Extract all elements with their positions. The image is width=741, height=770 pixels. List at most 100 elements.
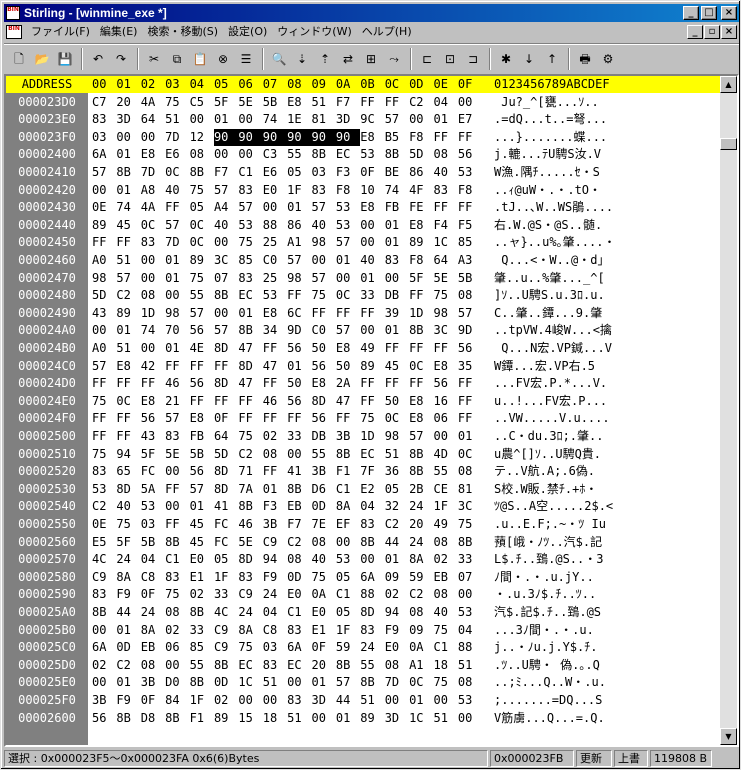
byte-cell[interactable]: 57 bbox=[165, 217, 189, 234]
hex-row[interactable]: 00002600 56 8B D8 8B F1 89 15 18 51 00 01 89 3D 1C 51 00… bbox=[6, 710, 720, 727]
byte-cell[interactable]: 53 bbox=[141, 498, 165, 515]
byte-cell[interactable]: 0C bbox=[190, 234, 214, 251]
byte-cell[interactable]: 00 bbox=[92, 322, 116, 339]
byte-cell[interactable]: 01 bbox=[238, 305, 262, 322]
byte-cell[interactable]: F9 bbox=[116, 692, 140, 709]
byte-cell[interactable]: 0F bbox=[141, 692, 165, 709]
byte-cell[interactable]: 01 bbox=[458, 428, 482, 445]
byte-cell[interactable]: 00 bbox=[141, 129, 165, 146]
byte-cell[interactable]: 34 bbox=[263, 322, 287, 339]
byte-cell[interactable]: 5E bbox=[238, 534, 262, 551]
byte-cell[interactable]: 55 bbox=[360, 657, 384, 674]
byte-cell[interactable]: 57 bbox=[385, 111, 409, 128]
byte-cell[interactable]: 16 bbox=[433, 393, 457, 410]
byte-cell[interactable]: 24 bbox=[360, 639, 384, 656]
byte-cell[interactable]: F7 bbox=[214, 164, 238, 181]
byte-cell[interactable]: FF bbox=[165, 199, 189, 216]
byte-cell[interactable]: C1 bbox=[336, 586, 360, 603]
byte-cell[interactable]: FC bbox=[214, 534, 238, 551]
byte-cell[interactable]: 74 bbox=[141, 322, 165, 339]
byte-cell[interactable]: 00 bbox=[92, 622, 116, 639]
byte-cell[interactable]: 56 bbox=[190, 463, 214, 480]
byte-cell[interactable]: 57 bbox=[336, 674, 360, 691]
byte-cell[interactable]: 08 bbox=[141, 657, 165, 674]
byte-cell[interactable]: 2A bbox=[336, 375, 360, 392]
byte-cell[interactable]: C9 bbox=[214, 622, 238, 639]
hex-row[interactable]: 00002470 98 57 00 01 75 07 83 25 98 57 00 01 00 5F 5E 5B… bbox=[6, 270, 720, 287]
byte-cell[interactable]: 5A bbox=[141, 481, 165, 498]
byte-cell[interactable]: 00 bbox=[263, 199, 287, 216]
document-restore-button[interactable]: ▫ bbox=[704, 24, 720, 39]
byte-cell[interactable]: 00 bbox=[336, 270, 360, 287]
menu-settings[interactable]: 設定(O) bbox=[223, 23, 272, 40]
byte-cell[interactable]: E8 bbox=[360, 199, 384, 216]
byte-cell[interactable]: 53 bbox=[92, 481, 116, 498]
byte-cell[interactable]: C1 bbox=[165, 551, 189, 568]
byte-cell[interactable]: C2 bbox=[92, 498, 116, 515]
byte-cell[interactable]: 86 bbox=[287, 217, 311, 234]
byte-cell[interactable]: 5E bbox=[433, 270, 457, 287]
redo-button[interactable]: ↷ bbox=[110, 48, 132, 70]
hex-row[interactable]: 000023F0 03 00 00 7D 12 90 90 90 90 90 90 E8 B5 F8 FF FF… bbox=[6, 129, 720, 146]
byte-cell[interactable]: E8 bbox=[336, 340, 360, 357]
byte-cell[interactable]: 1E bbox=[287, 111, 311, 128]
byte-cell[interactable]: 00 bbox=[336, 534, 360, 551]
byte-cell[interactable]: 5B bbox=[263, 94, 287, 111]
byte-cell[interactable]: 0F bbox=[141, 586, 165, 603]
byte-cell[interactable]: 32 bbox=[385, 498, 409, 515]
byte-cell[interactable]: 57 bbox=[190, 305, 214, 322]
byte-cell[interactable]: FF bbox=[458, 410, 482, 427]
byte-cell[interactable]: 3D bbox=[336, 111, 360, 128]
byte-cell[interactable]: FF bbox=[116, 428, 140, 445]
byte-cell[interactable]: 1C bbox=[409, 710, 433, 727]
byte-cell[interactable]: 75 bbox=[433, 674, 457, 691]
byte-cell[interactable]: 1D bbox=[409, 305, 433, 322]
byte-cell[interactable]: E6 bbox=[263, 164, 287, 181]
byte-cell[interactable]: 0C bbox=[190, 217, 214, 234]
find-next-button[interactable]: ⇣ bbox=[291, 48, 313, 70]
copy-button[interactable]: ⧉ bbox=[166, 48, 188, 70]
scroll-thumb[interactable] bbox=[720, 138, 737, 150]
byte-cell[interactable]: 84 bbox=[165, 692, 189, 709]
byte-cell[interactable]: 7D bbox=[141, 164, 165, 181]
byte-cell[interactable]: 00 bbox=[141, 252, 165, 269]
row-ascii[interactable]: Ju?_^[甕...ｿ.. bbox=[494, 94, 720, 111]
byte-cell[interactable]: 01 bbox=[433, 111, 457, 128]
byte-cell[interactable]: 51 bbox=[116, 340, 140, 357]
byte-cell[interactable]: 3B bbox=[312, 463, 336, 480]
row-ascii[interactable]: ..VW.....V.u.... bbox=[494, 410, 720, 427]
byte-cell[interactable]: 01 bbox=[287, 358, 311, 375]
row-ascii[interactable]: ...3ﾉ間・.・.u. bbox=[494, 622, 720, 639]
byte-cell[interactable]: 8B bbox=[190, 604, 214, 621]
byte-cell[interactable]: 7D bbox=[165, 129, 189, 146]
byte-cell[interactable]: 75 bbox=[190, 182, 214, 199]
byte-cell[interactable]: 53 bbox=[263, 287, 287, 304]
byte-cell[interactable]: FF bbox=[263, 463, 287, 480]
byte-cell[interactable]: 8D bbox=[238, 358, 262, 375]
byte-cell[interactable]: 01 bbox=[385, 551, 409, 568]
row-ascii[interactable]: Q...<・W..@・d｣ bbox=[494, 252, 720, 269]
paste-button[interactable]: 📋 bbox=[189, 48, 211, 70]
byte-cell[interactable]: 83 bbox=[263, 657, 287, 674]
byte-cell[interactable]: 94 bbox=[385, 604, 409, 621]
byte-cell[interactable]: 05 bbox=[190, 199, 214, 216]
byte-cell[interactable]: 83 bbox=[165, 569, 189, 586]
hex-row[interactable]: 00002570 4C 24 04 C1 E0 05 8D 94 08 40 53 00 01 8A 02 33… bbox=[6, 551, 720, 568]
byte-cell[interactable]: 07 bbox=[214, 270, 238, 287]
byte-cell[interactable]: 74 bbox=[263, 111, 287, 128]
byte-cell[interactable]: 35 bbox=[458, 358, 482, 375]
byte-cell[interactable]: 0C bbox=[116, 393, 140, 410]
byte-cell[interactable]: 0D bbox=[287, 569, 311, 586]
byte-cell[interactable]: 33 bbox=[360, 287, 384, 304]
byte-cell[interactable]: 55 bbox=[190, 657, 214, 674]
byte-cell[interactable]: 75 bbox=[360, 410, 384, 427]
byte-cell[interactable]: 56 bbox=[433, 375, 457, 392]
byte-cell[interactable]: 83 bbox=[238, 270, 262, 287]
byte-cell[interactable]: 57 bbox=[214, 322, 238, 339]
byte-cell[interactable]: 9C bbox=[360, 111, 384, 128]
row-ascii[interactable]: ・.u.3ﾉ$.ﾁ..ﾂ.. bbox=[494, 586, 720, 603]
byte-cell[interactable]: C2 bbox=[116, 657, 140, 674]
byte-cell[interactable]: 8B bbox=[190, 164, 214, 181]
byte-cell[interactable]: 53 bbox=[458, 604, 482, 621]
hex-row[interactable]: 000025F0 3B F9 0F 84 1F 02 00 00 83 3D 44 51 00 01 00 53… bbox=[6, 692, 720, 709]
